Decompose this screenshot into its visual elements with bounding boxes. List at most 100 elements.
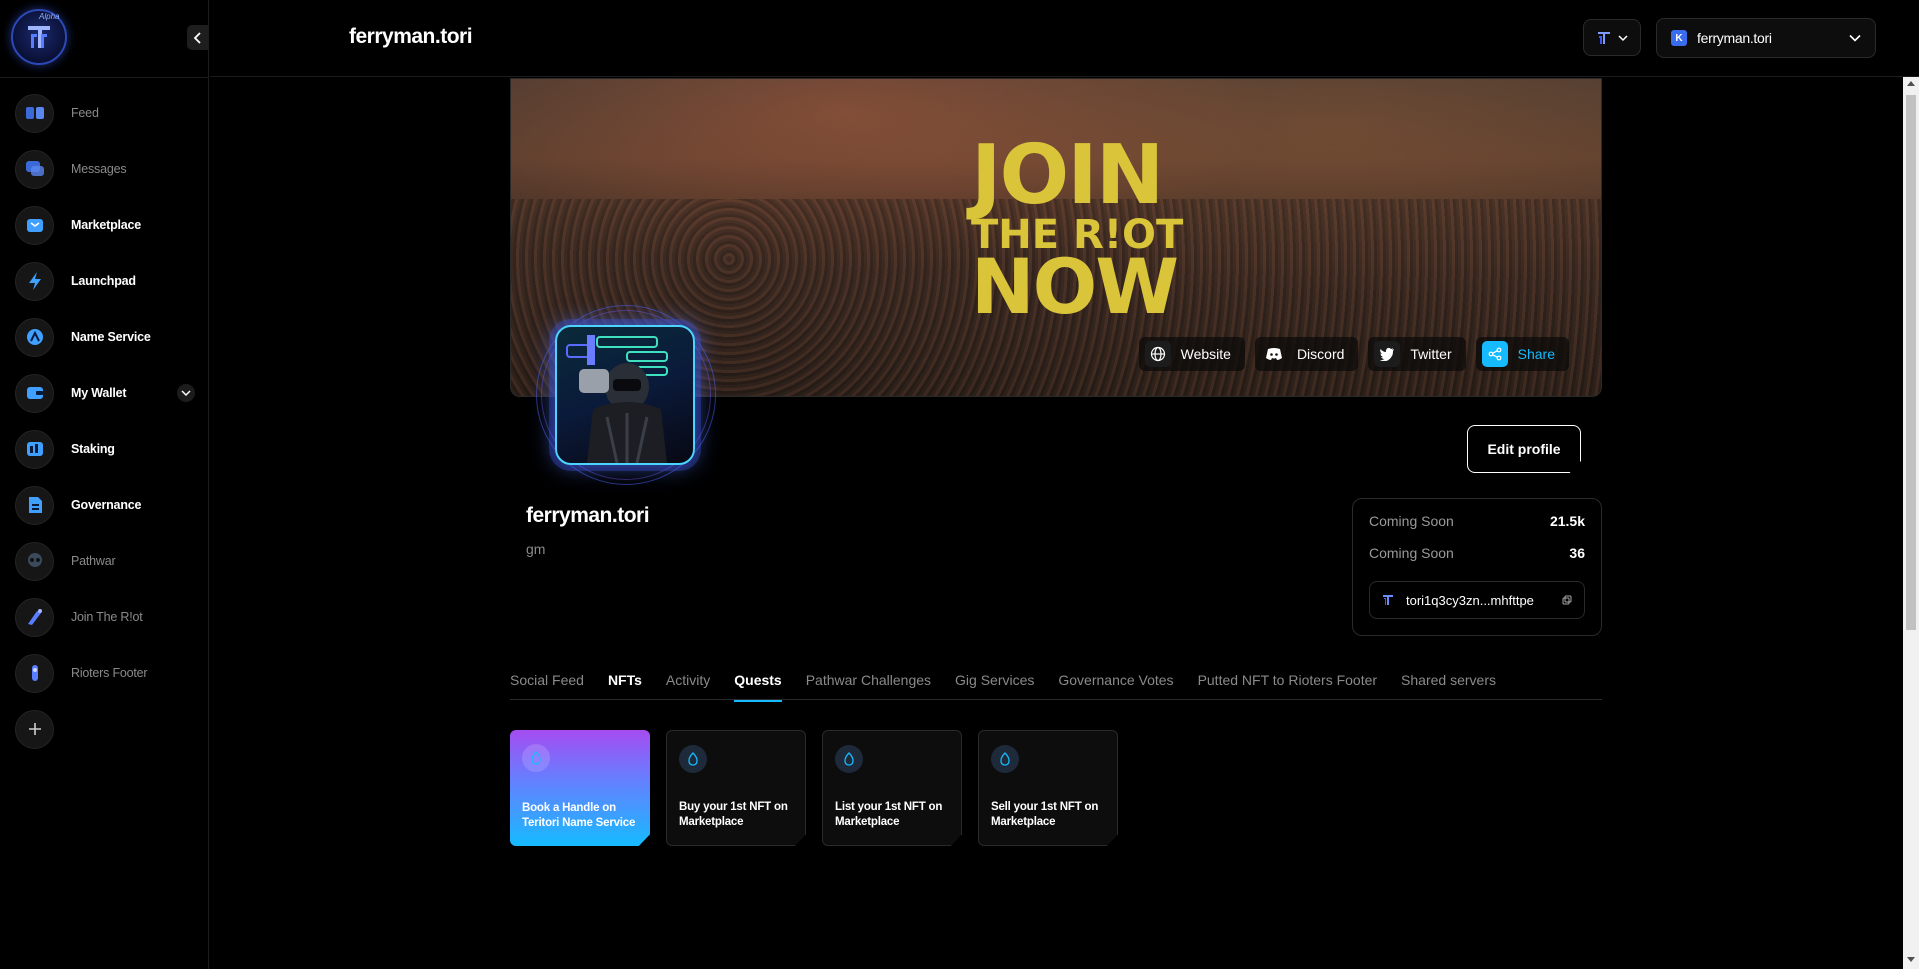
flame-icon (835, 745, 863, 773)
wallet-icon (15, 373, 54, 413)
governance-icon (15, 485, 54, 525)
sidebar-item-launchpad[interactable]: Launchpad (15, 261, 195, 301)
banner-headline: JOIN THE R!OT NOW (971, 128, 1183, 325)
tab-social-feed[interactable]: Social Feed (510, 672, 584, 700)
profile-name: ferryman.tori (526, 504, 650, 527)
share-button[interactable]: Share (1475, 337, 1569, 371)
stat-label: Coming Soon (1369, 545, 1454, 561)
sidebar-add-item[interactable] (15, 709, 195, 749)
twitter-link[interactable]: Twitter (1368, 337, 1466, 371)
sidebar-item-pathwar[interactable]: Pathwar (15, 541, 195, 581)
app-logo[interactable]: Alpha (11, 9, 69, 67)
chevron-left-icon (193, 31, 201, 44)
chevron-down-icon (1849, 34, 1861, 42)
sidebar-item-label: Governance (71, 498, 142, 512)
stat-value: 21.5k (1549, 513, 1585, 529)
sidebar-item-name-service[interactable]: Name Service (15, 317, 195, 357)
sidebar-item-label: Name Service (71, 330, 151, 344)
quest-label: Sell your 1st NFT on Marketplace (991, 800, 1099, 829)
tab-nfts[interactable]: NFTs (608, 672, 642, 700)
teritori-token-icon (1383, 595, 1393, 605)
share-icon (1481, 341, 1508, 367)
scroll-down-arrow-icon[interactable] (1907, 957, 1915, 962)
discord-link-label: Discord (1296, 346, 1345, 362)
tab-governance-votes[interactable]: Governance Votes (1058, 672, 1173, 700)
quest-label: Book a Handle on Teritori Name Service (522, 801, 636, 830)
scroll-thumb[interactable] (1906, 95, 1916, 630)
flame-icon (522, 744, 550, 772)
quest-label: Buy your 1st NFT on Marketplace (679, 800, 788, 829)
staking-icon (15, 429, 54, 469)
chevron-down-icon[interactable] (177, 384, 195, 402)
wallet-address-pill[interactable]: tori1q3cy3zn...mhfttpe (1369, 581, 1585, 619)
social-links: Website Discord Twitter Share (1138, 337, 1569, 371)
sidebar-item-marketplace[interactable]: Marketplace (15, 205, 195, 245)
profile-bio: gm (526, 541, 546, 557)
flame-icon (991, 745, 1019, 773)
sidebar-item-label: My Wallet (71, 386, 127, 400)
page-scrollbar[interactable] (1903, 77, 1919, 969)
sidebar-item-label: Marketplace (71, 218, 142, 232)
wallet-selector[interactable]: K ferryman.tori (1656, 18, 1876, 58)
tab-putted-nft-to-rioters-footer[interactable]: Putted NFT to Rioters Footer (1198, 672, 1377, 700)
profile-stats-card: Coming Soon 21.5k Coming Soon 36 tori1q3… (1352, 498, 1602, 636)
stat-value: 36 (1569, 545, 1585, 561)
feed-icon (15, 93, 54, 133)
tab-activity[interactable]: Activity (666, 672, 710, 700)
stat-row: Coming Soon 36 (1369, 545, 1585, 565)
sidebar-item-feed[interactable]: Feed (15, 93, 195, 133)
quest-card[interactable]: Book a Handle on Teritori Name Service (510, 730, 650, 846)
website-link-label: Website (1180, 346, 1231, 362)
collapse-sidebar-button[interactable] (187, 25, 208, 50)
teritori-network-icon (1598, 31, 1610, 44)
top-bar: ferryman.tori K ferryman.tori (210, 0, 1919, 77)
share-button-label: Share (1517, 346, 1555, 362)
sidebar-item-messages[interactable]: Messages (15, 149, 195, 189)
avatar[interactable] (555, 325, 695, 465)
edit-profile-button[interactable]: Edit profile (1467, 425, 1581, 473)
website-link[interactable]: Website (1138, 337, 1245, 371)
flame-icon (679, 745, 707, 773)
scroll-up-arrow-icon[interactable] (1907, 81, 1915, 86)
sidebar-item-governance[interactable]: Governance (15, 485, 195, 525)
pathwar-icon (15, 541, 54, 581)
sidebar-item-label: Staking (71, 442, 115, 456)
globe-icon (1144, 341, 1171, 367)
quest-card[interactable]: List your 1st NFT on Marketplace (822, 730, 962, 846)
alpha-badge: Alpha (39, 12, 60, 21)
sidebar-item-label: Join The R!ot (71, 610, 143, 624)
twitter-icon (1374, 341, 1401, 367)
sidebar-item-join-the-riot[interactable]: Join The R!ot (15, 597, 195, 637)
avatar-nft-image (566, 335, 668, 463)
quest-card[interactable]: Buy your 1st NFT on Marketplace (666, 730, 806, 846)
rioters-footer-icon (15, 653, 54, 693)
sidebar-item-staking[interactable]: Staking (15, 429, 195, 469)
sidebar-item-label: Feed (71, 106, 99, 120)
profile-tabs: Social Feed NFTs Activity Quests Pathwar… (510, 672, 1602, 702)
sidebar: Alpha Feed Messages Marketplace Launchpa… (0, 0, 209, 969)
tab-gig-services[interactable]: Gig Services (955, 672, 1034, 700)
sidebar-item-my-wallet[interactable]: My Wallet (15, 373, 195, 413)
copy-icon[interactable] (1562, 595, 1572, 605)
quest-card[interactable]: Sell your 1st NFT on Marketplace (978, 730, 1118, 846)
stat-label: Coming Soon (1369, 513, 1454, 529)
tab-quests[interactable]: Quests (734, 672, 783, 702)
wallet-provider-icon: K (1671, 30, 1687, 46)
messages-icon (15, 149, 54, 189)
network-selector[interactable] (1583, 19, 1641, 56)
banner-line-1: JOIN (971, 128, 1164, 223)
sidebar-item-rioters-footer[interactable]: Rioters Footer (15, 653, 195, 693)
twitter-link-label: Twitter (1410, 346, 1452, 362)
plus-icon (15, 709, 54, 749)
riot-icon (15, 597, 54, 637)
tab-pathwar-challenges[interactable]: Pathwar Challenges (806, 672, 931, 700)
sidebar-divider (0, 77, 209, 78)
sidebar-item-label: Launchpad (71, 274, 136, 288)
sidebar-item-label: Rioters Footer (71, 666, 148, 680)
discord-link[interactable]: Discord (1254, 337, 1359, 371)
wallet-name: ferryman.tori (1697, 30, 1772, 46)
tab-shared-servers[interactable]: Shared servers (1401, 672, 1496, 700)
discord-icon (1261, 341, 1287, 367)
sidebar-item-label: Pathwar (71, 554, 116, 568)
stat-row: Coming Soon 21.5k (1369, 513, 1585, 533)
